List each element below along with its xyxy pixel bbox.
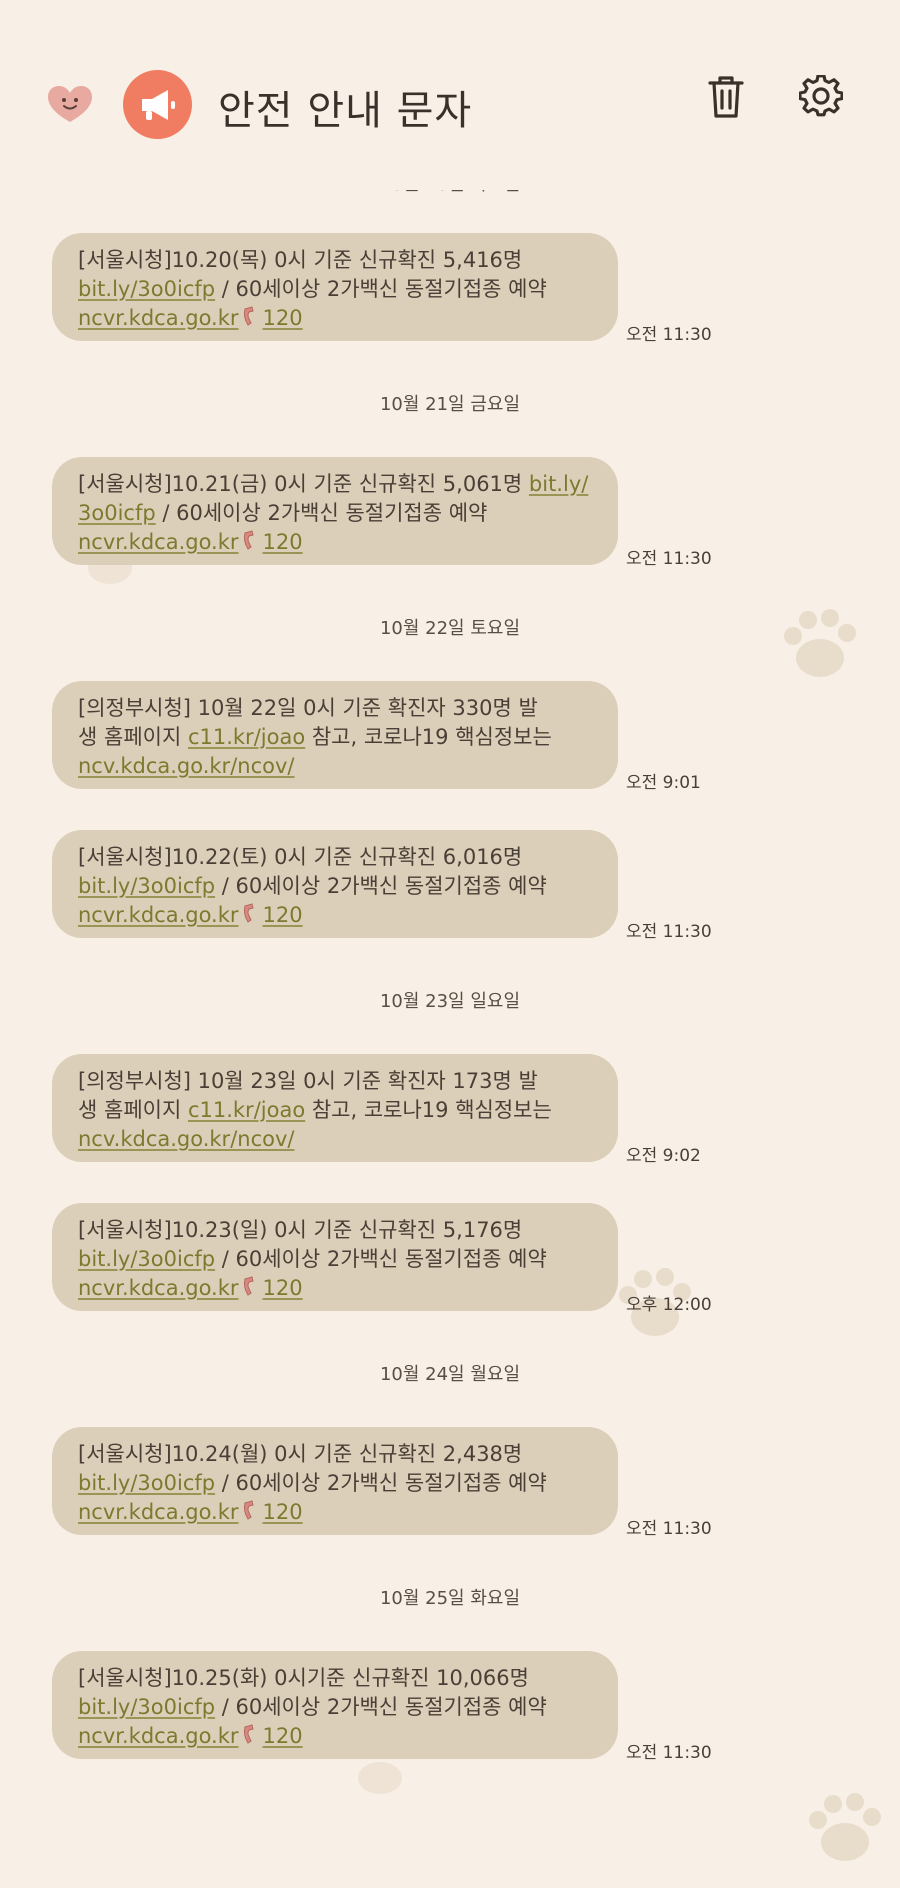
message-link[interactable]: ncvr.kdca.go.kr: [78, 1724, 239, 1748]
message-link[interactable]: bit.ly/3o0icfp: [78, 277, 215, 301]
message-line: [서울시청]10.23(일) 0시 기준 신규확진 5,176명: [78, 1218, 523, 1242]
message-link[interactable]: ncvr.kdca.go.kr: [78, 530, 239, 554]
message-link[interactable]: c11.kr/joao: [188, 725, 305, 749]
date-separator: 10월 21일 금요일: [379, 394, 521, 415]
message-link[interactable]: 120: [263, 530, 303, 554]
message-line: [의정부시청] 10월 23일 0시 기준 확진자 173명 발: [78, 1069, 538, 1093]
message-link[interactable]: bit.ly/3o0icfp: [78, 1695, 215, 1719]
message-link[interactable]: 3o0icfp: [78, 501, 156, 525]
message-link[interactable]: ncv.kdca.go.kr/ncov/: [78, 754, 294, 778]
message-link[interactable]: ncvr.kdca.go.kr: [78, 903, 239, 927]
phone-emoji-icon: [243, 530, 254, 550]
message-text: 참고, 코로나19 핵심정보는: [305, 1098, 552, 1122]
message-link[interactable]: 120: [263, 306, 303, 330]
message-line: [의정부시청] 10월 22일 0시 기준 확진자 330명 발: [78, 696, 538, 720]
delete-button[interactable]: [701, 72, 751, 122]
message-bubble[interactable]: [서울시청]10.20(목) 0시 기준 신규확진 5,416명 bit.ly/…: [52, 233, 618, 341]
date-separator: 10월 23일 일요일: [379, 991, 521, 1012]
message-time: 오전 9:01: [626, 773, 701, 793]
message-line: [서울시청]10.25(화) 0시기준 신규확진 10,066명: [78, 1666, 529, 1690]
message-link[interactable]: 120: [263, 1276, 303, 1300]
message-time: 오후 12:00: [626, 1295, 712, 1315]
phone-emoji-icon: [243, 903, 254, 923]
message-link[interactable]: bit.ly/: [529, 472, 588, 496]
message-bubble[interactable]: [서울시청]10.25(화) 0시기준 신규확진 10,066명 bit.ly/…: [52, 1651, 618, 1759]
message-text: / 60세이상 2가백신 동절기접종 예약: [215, 277, 547, 301]
message-link[interactable]: ncvr.kdca.go.kr: [78, 1500, 239, 1524]
message-bubble[interactable]: [서울시청]10.24(월) 0시 기준 신규확진 2,438명 bit.ly/…: [52, 1427, 618, 1535]
date-separator: 10월 25일 화요일: [379, 1588, 521, 1609]
message-text: 참고, 코로나19 핵심정보는: [305, 725, 552, 749]
message-time: 오전 11:30: [626, 325, 712, 345]
message-link[interactable]: bit.ly/3o0icfp: [78, 874, 215, 898]
trash-icon: [708, 76, 744, 118]
app-header: 안전 안내 문자: [0, 0, 900, 190]
message-link[interactable]: ncvr.kdca.go.kr: [78, 306, 239, 330]
message-link[interactable]: ncv.kdca.go.kr/ncov/: [78, 1127, 294, 1151]
message-text: / 60세이상 2가백신 동절기접종 예약: [215, 1695, 547, 1719]
message-link[interactable]: c11.kr/joao: [188, 1098, 305, 1122]
message-link[interactable]: 120: [263, 1724, 303, 1748]
message-text: [서울시청]10.21(금) 0시 기준 신규확진 5,061명: [78, 472, 529, 496]
date-separator: 10월 24일 월요일: [379, 1364, 521, 1385]
message-bubble[interactable]: [서울시청]10.21(금) 0시 기준 신규확진 5,061명 bit.ly/…: [52, 457, 618, 565]
message-link[interactable]: ncvr.kdca.go.kr: [78, 1276, 239, 1300]
phone-emoji-icon: [243, 1724, 254, 1744]
message-text: / 60세이상 2가백신 동절기접종 예약: [155, 501, 488, 525]
message-time: 오전 9:02: [626, 1146, 701, 1166]
settings-button[interactable]: [796, 72, 846, 122]
message-text: / 60세이상 2가백신 동절기접종 예약: [215, 1471, 547, 1495]
message-line: [서울시청]10.22(토) 0시 기준 신규확진 6,016명: [78, 845, 523, 869]
message-time: 오전 11:30: [626, 1519, 712, 1539]
message-link[interactable]: bit.ly/3o0icfp: [78, 1471, 215, 1495]
message-time: 오전 11:30: [626, 1743, 712, 1763]
phone-emoji-icon: [243, 306, 254, 326]
heart-icon[interactable]: [46, 84, 94, 124]
message-bubble[interactable]: [서울시청]10.22(토) 0시 기준 신규확진 6,016명 bit.ly/…: [52, 830, 618, 938]
message-bubble[interactable]: [서울시청]10.23(일) 0시 기준 신규확진 5,176명 bit.ly/…: [52, 1203, 618, 1311]
message-line: [서울시청]10.20(목) 0시 기준 신규확진 5,416명: [78, 248, 523, 272]
phone-emoji-icon: [243, 1276, 254, 1296]
paw-print-decoration: [809, 1793, 881, 1861]
phone-emoji-icon: [243, 1500, 254, 1520]
message-text: 생 홈페이지: [78, 1098, 188, 1122]
message-text: 생 홈페이지: [78, 725, 188, 749]
message-text: / 60세이상 2가백신 동절기접종 예약: [215, 874, 547, 898]
message-time: 오전 11:30: [626, 549, 712, 569]
message-text: / 60세이상 2가백신 동절기접종 예약: [215, 1247, 547, 1271]
megaphone-icon: [123, 70, 192, 139]
message-link[interactable]: 120: [263, 1500, 303, 1524]
message-bubble[interactable]: [의정부시청] 10월 22일 0시 기준 확진자 330명 발 생 홈페이지 …: [52, 681, 618, 789]
message-line: [서울시청]10.24(월) 0시 기준 신규확진 2,438명: [78, 1442, 523, 1466]
page-title: 안전 안내 문자: [218, 88, 473, 134]
message-time: 오전 11:30: [626, 922, 712, 942]
date-separator: 10월 22일 토요일: [379, 618, 521, 639]
gear-icon: [799, 75, 843, 117]
message-link[interactable]: bit.ly/3o0icfp: [78, 1247, 215, 1271]
message-bubble[interactable]: [의정부시청] 10월 23일 0시 기준 확진자 173명 발 생 홈페이지 …: [52, 1054, 618, 1162]
message-link[interactable]: 120: [263, 903, 303, 927]
